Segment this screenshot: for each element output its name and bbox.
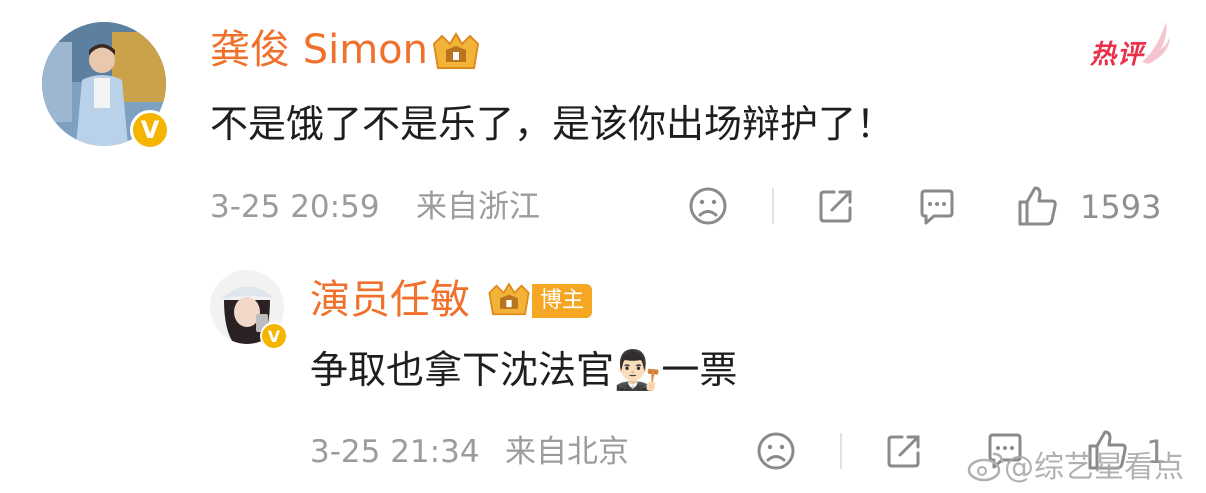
comment-text-part: 一票	[661, 348, 738, 392]
hot-comment-label: 热评	[1090, 40, 1145, 70]
thumb-up-icon[interactable]	[1016, 184, 1060, 232]
weibo-logo-icon	[966, 448, 1006, 486]
comment-location: 来自浙江	[416, 189, 540, 225]
divider	[772, 188, 774, 224]
share-icon[interactable]	[816, 186, 856, 230]
judge-emoji: 👨🏻‍⚖️	[614, 348, 662, 392]
share-icon[interactable]	[884, 431, 924, 475]
comment-text-part: 争取也拿下沈法官	[310, 348, 615, 392]
sad-face-icon[interactable]	[756, 431, 796, 475]
hot-wing-icon	[1138, 18, 1172, 72]
comment-timestamp: 3-25 20:59	[210, 189, 380, 225]
blogger-badge: 博主	[532, 284, 593, 318]
comment-text: 争取也拿下沈法官👨🏻‍⚖️一票	[310, 347, 737, 393]
comment-location: 来自北京	[505, 434, 629, 470]
watermark-text: @综艺星看点	[1004, 450, 1184, 485]
like-count: 1593	[1080, 188, 1162, 226]
divider	[840, 433, 842, 469]
vip-crown-icon	[428, 30, 484, 78]
commenter-name[interactable]: 龚俊 Simon	[210, 26, 428, 74]
commenter-name[interactable]: 演员任敏	[310, 276, 470, 324]
comment-text: 不是饿了不是乐了，是该你出场辩护了！	[210, 102, 895, 146]
vip-crown-icon	[484, 280, 534, 324]
verified-v-icon: V	[260, 322, 288, 350]
sad-face-icon[interactable]	[688, 186, 728, 230]
verified-v-icon: V	[130, 110, 170, 150]
comment-timestamp: 3-25 21:34	[310, 434, 480, 470]
comment-icon[interactable]	[916, 186, 958, 232]
